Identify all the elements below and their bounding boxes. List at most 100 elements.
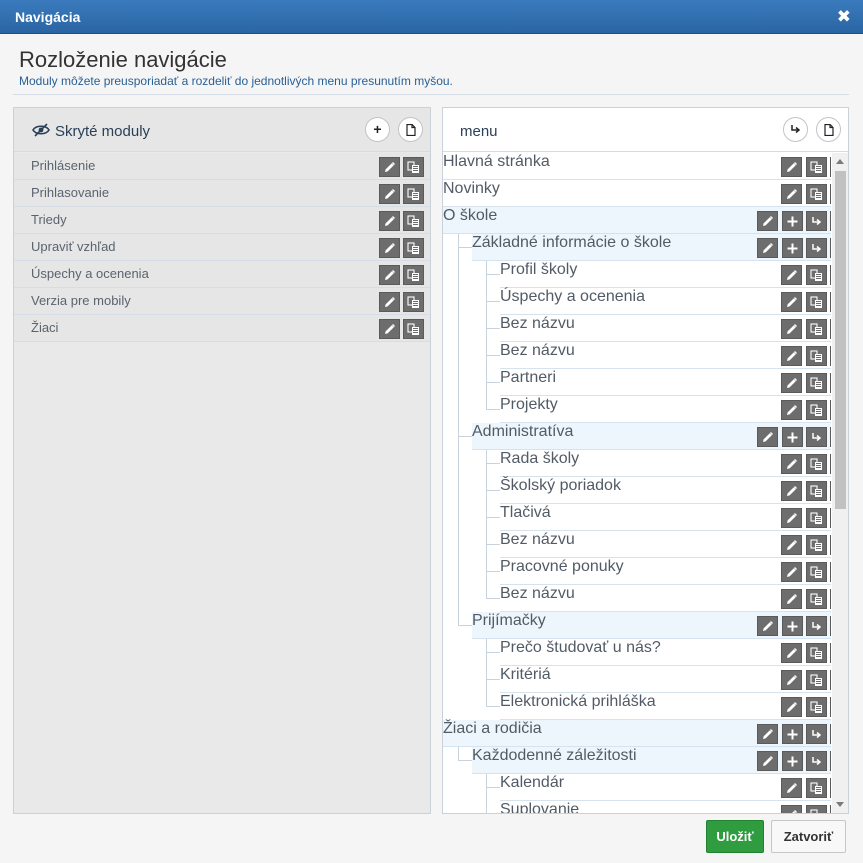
edit-button[interactable] <box>781 562 802 582</box>
copy-button[interactable] <box>806 319 827 339</box>
edit-button[interactable] <box>757 238 778 258</box>
copy-button[interactable] <box>403 319 424 339</box>
menu-item-row[interactable]: Hlavná stránka <box>443 153 831 180</box>
hidden-module-row[interactable]: Triedy <box>14 207 430 234</box>
delete-button[interactable] <box>830 616 831 636</box>
delete-button[interactable] <box>830 562 831 582</box>
edit-button[interactable] <box>781 400 802 420</box>
delete-button[interactable] <box>830 400 831 420</box>
edit-button[interactable] <box>379 157 400 177</box>
edit-button[interactable] <box>781 292 802 312</box>
menu-item-row[interactable]: Žiaci a rodičia <box>443 720 831 747</box>
add-child-button[interactable] <box>782 616 803 636</box>
edit-button[interactable] <box>379 319 400 339</box>
new-menu-page-button[interactable] <box>816 117 841 142</box>
menu-item-row[interactable]: Projekty <box>500 396 831 423</box>
copy-button[interactable] <box>806 481 827 501</box>
edit-button[interactable] <box>757 616 778 636</box>
delete-button[interactable] <box>830 346 831 366</box>
move-button[interactable] <box>806 751 827 771</box>
menu-item-row[interactable]: Prijímačky <box>472 612 831 639</box>
copy-button[interactable] <box>806 589 827 609</box>
copy-button[interactable] <box>806 805 827 813</box>
edit-button[interactable] <box>781 535 802 555</box>
menu-item-row[interactable]: Bez názvu <box>500 531 831 558</box>
add-child-button[interactable] <box>782 724 803 744</box>
edit-button[interactable] <box>781 346 802 366</box>
hidden-module-row[interactable]: Úspechy a ocenenia <box>14 261 430 288</box>
copy-button[interactable] <box>403 211 424 231</box>
copy-button[interactable] <box>806 643 827 663</box>
menu-item-row[interactable]: Administratíva <box>472 423 831 450</box>
edit-button[interactable] <box>781 697 802 717</box>
delete-button[interactable] <box>830 535 831 555</box>
copy-button[interactable] <box>806 535 827 555</box>
menu-item-row[interactable]: Prečo študovať u nás? <box>500 639 831 666</box>
delete-button[interactable] <box>830 211 831 231</box>
delete-button[interactable] <box>830 427 831 447</box>
edit-button[interactable] <box>757 751 778 771</box>
edit-button[interactable] <box>781 670 802 690</box>
delete-button[interactable] <box>830 778 831 798</box>
move-button[interactable] <box>806 427 827 447</box>
move-button[interactable] <box>806 211 827 231</box>
edit-button[interactable] <box>781 805 802 813</box>
hidden-module-row[interactable]: Žiaci <box>14 315 430 342</box>
copy-button[interactable] <box>806 292 827 312</box>
delete-button[interactable] <box>830 454 831 474</box>
move-button[interactable] <box>806 616 827 636</box>
add-module-button[interactable]: + <box>365 117 390 142</box>
delete-button[interactable] <box>830 265 831 285</box>
copy-button[interactable] <box>806 373 827 393</box>
menu-item-row[interactable]: Rada školy <box>500 450 831 477</box>
copy-button[interactable] <box>403 292 424 312</box>
menu-item-row[interactable]: Suplovanie <box>500 801 831 813</box>
edit-button[interactable] <box>781 319 802 339</box>
delete-button[interactable] <box>830 508 831 528</box>
close-button[interactable]: Zatvoriť <box>771 820 846 853</box>
add-child-button[interactable] <box>782 211 803 231</box>
move-button[interactable] <box>806 724 827 744</box>
edit-button[interactable] <box>781 778 802 798</box>
delete-button[interactable] <box>830 292 831 312</box>
menu-scrollbar[interactable] <box>832 153 848 813</box>
hidden-module-row[interactable]: Prihlásenie <box>14 153 430 180</box>
delete-button[interactable] <box>830 319 831 339</box>
edit-button[interactable] <box>781 373 802 393</box>
edit-button[interactable] <box>781 589 802 609</box>
hidden-module-row[interactable]: Upraviť vzhľad <box>14 234 430 261</box>
scroll-down-icon[interactable] <box>836 802 844 807</box>
copy-button[interactable] <box>403 157 424 177</box>
menu-item-row[interactable]: Bez názvu <box>500 315 831 342</box>
copy-button[interactable] <box>806 562 827 582</box>
menu-item-row[interactable]: Profil školy <box>500 261 831 288</box>
copy-button[interactable] <box>806 400 827 420</box>
delete-button[interactable] <box>830 697 831 717</box>
edit-button[interactable] <box>781 643 802 663</box>
save-button[interactable]: Uložiť <box>706 820 764 853</box>
copy-button[interactable] <box>806 157 827 177</box>
copy-button[interactable] <box>806 697 827 717</box>
menu-item-row[interactable]: Každodenné záležitosti <box>472 747 831 774</box>
delete-button[interactable] <box>830 481 831 501</box>
edit-button[interactable] <box>379 265 400 285</box>
add-child-button[interactable] <box>782 238 803 258</box>
indent-menu-button[interactable] <box>783 117 808 142</box>
copy-button[interactable] <box>806 184 827 204</box>
copy-button[interactable] <box>403 184 424 204</box>
move-button[interactable] <box>806 238 827 258</box>
edit-button[interactable] <box>781 157 802 177</box>
edit-button[interactable] <box>757 211 778 231</box>
menu-item-row[interactable]: Kritériá <box>500 666 831 693</box>
copy-button[interactable] <box>806 508 827 528</box>
delete-button[interactable] <box>830 724 831 744</box>
edit-button[interactable] <box>379 211 400 231</box>
menu-item-row[interactable]: Školský poriadok <box>500 477 831 504</box>
edit-button[interactable] <box>781 265 802 285</box>
delete-button[interactable] <box>830 670 831 690</box>
menu-item-row[interactable]: Pracovné ponuky <box>500 558 831 585</box>
edit-button[interactable] <box>781 184 802 204</box>
menu-item-row[interactable]: Elektronická prihláška <box>500 693 831 720</box>
delete-button[interactable] <box>830 238 831 258</box>
menu-item-row[interactable]: Tlačivá <box>500 504 831 531</box>
